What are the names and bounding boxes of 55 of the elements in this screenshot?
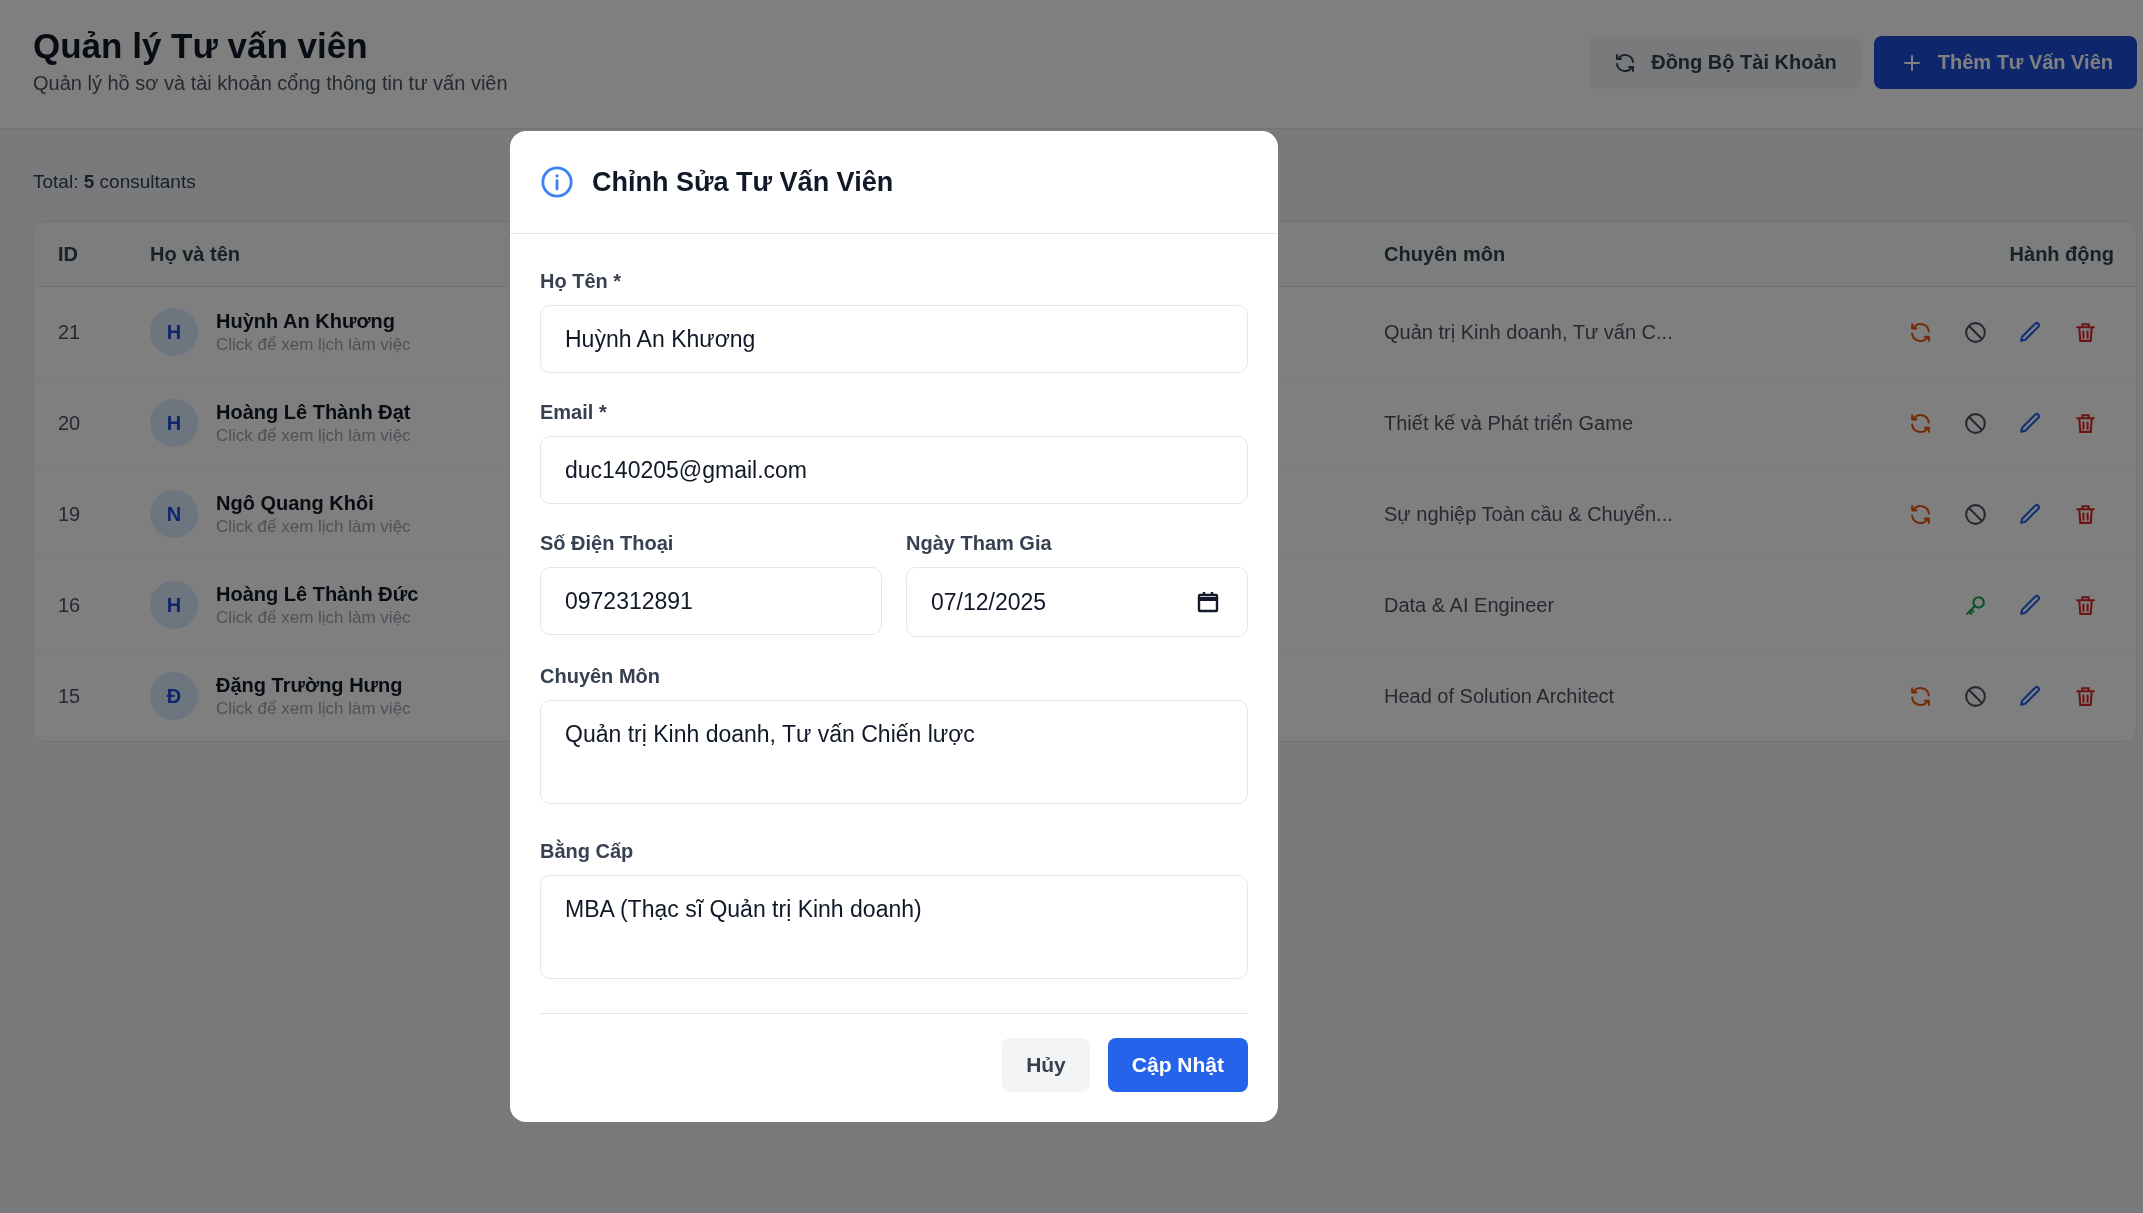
avatar: H xyxy=(150,399,198,447)
avatar: N xyxy=(150,490,198,538)
dialog-button[interactable]: Hủy xyxy=(1002,1038,1090,1092)
pencil-icon[interactable] xyxy=(2018,683,2043,709)
specialty-cell-text: Quản trị Kinh doanh, Tư vấn C... xyxy=(1384,320,1674,344)
specialty-cell-text: Head of Solution Architect xyxy=(1384,684,1616,708)
field-label: Email * xyxy=(540,401,608,424)
field-label: Số Điện Thoại xyxy=(540,532,675,555)
consultant-name[interactable]: Đặng Trường Hưng xyxy=(216,673,411,697)
field-label: Chuyên Môn xyxy=(540,665,661,688)
header-button[interactable]: Thêm Tư Vấn Viên xyxy=(1873,36,2137,89)
header-button[interactable]: Đồng Bộ Tài Khoản xyxy=(1589,36,1861,89)
column-header: Hành động xyxy=(2008,242,2115,266)
id-cell-text: 21 xyxy=(57,320,82,344)
block-icon[interactable] xyxy=(1963,501,1988,527)
calendar-icon[interactable] xyxy=(1196,590,1220,614)
block-icon[interactable] xyxy=(1963,319,1988,345)
info-icon xyxy=(540,165,574,199)
id-cell-text: 20 xyxy=(57,411,82,435)
field-label: Bằng Cấp xyxy=(540,840,635,863)
input-field[interactable]: Huỳnh An Khương xyxy=(540,305,1248,373)
dialog-button[interactable]: Cập Nhật xyxy=(1107,1038,1248,1092)
column-header: Họ và tên xyxy=(150,242,242,266)
specialty-cell-text: Data & AI Engineer xyxy=(1384,593,1556,617)
id-cell-text: 15 xyxy=(57,684,82,708)
date-field[interactable]: 07/12/2025 xyxy=(906,567,1248,637)
total-count: Total: 5 consultants xyxy=(33,171,196,193)
avatar: H xyxy=(150,308,198,356)
id-cell-text: 19 xyxy=(57,502,82,526)
consultant-name[interactable]: Hoàng Lê Thành Đức xyxy=(216,582,419,606)
avatar: Đ xyxy=(150,672,198,720)
field-label: Họ Tên * xyxy=(540,270,623,293)
specialty-cell-text: Thiết kế và Phát triển Game xyxy=(1384,411,1634,435)
specialty-cell-text: Sự nghiệp Toàn cầu & Chuyển... xyxy=(1384,502,1674,526)
pencil-icon[interactable] xyxy=(2018,501,2043,527)
field-label: Ngày Tham Gia xyxy=(906,532,1053,555)
page-title: Quản lý Tư vấn viên xyxy=(33,26,369,66)
pencil-icon[interactable] xyxy=(2018,592,2043,618)
input-field[interactable]: duc140205@gmail.com xyxy=(540,436,1248,504)
pencil-icon[interactable] xyxy=(2018,319,2043,345)
block-icon[interactable] xyxy=(1963,683,1988,709)
id-cell-text: 16 xyxy=(57,593,82,617)
text-area[interactable]: MBA (Thạc sĩ Quản trị Kinh doanh) xyxy=(540,875,1248,979)
avatar: H xyxy=(150,581,198,629)
page-subtitle: Quản lý hồ sơ và tài khoản cổng thông tin tư vấn viên xyxy=(33,72,508,95)
dialog-title: Chỉnh Sửa Tư Vấn Viên xyxy=(592,166,894,198)
input-field[interactable]: 0972312891 xyxy=(540,567,882,635)
consultant-name[interactable]: Huỳnh An Khương xyxy=(216,309,411,333)
text-area[interactable]: Quản trị Kinh doanh, Tư vấn Chiến lược xyxy=(540,700,1248,804)
pencil-icon[interactable] xyxy=(2018,410,2043,436)
column-header: ID xyxy=(57,242,79,266)
consultant-name[interactable]: Hoàng Lê Thành Đạt xyxy=(216,400,411,424)
consultant-name[interactable]: Ngô Quang Khôi xyxy=(216,491,411,515)
block-icon[interactable] xyxy=(1963,410,1988,436)
column-header: Chuyên môn xyxy=(1384,242,1507,266)
